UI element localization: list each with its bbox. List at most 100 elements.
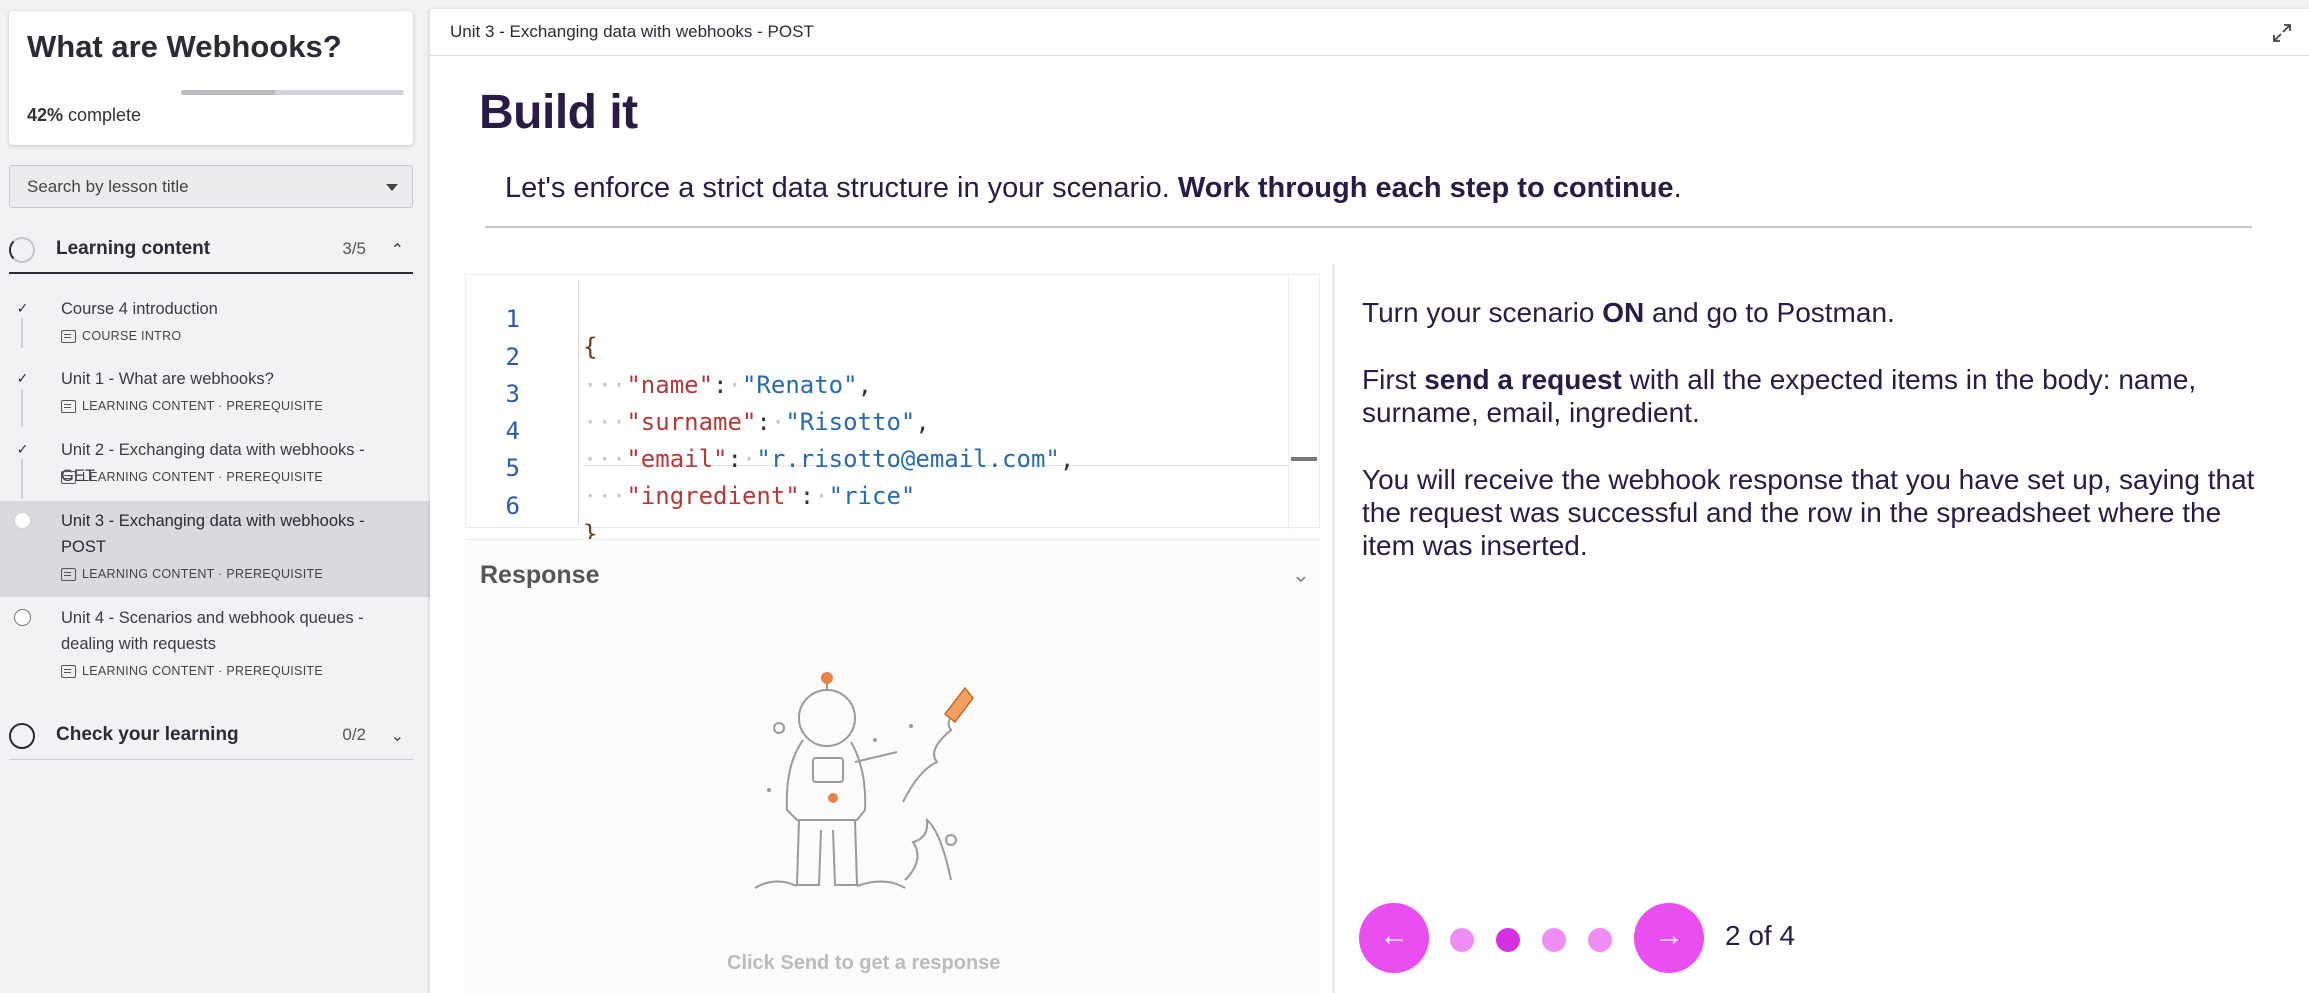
intro-plain: Let's enforce a strict data structure in… bbox=[505, 172, 1178, 204]
code-text: ···"name":·"Renato", bbox=[583, 371, 873, 399]
astronaut-rocket-illustration bbox=[754, 672, 974, 889]
section-progress-icon bbox=[9, 723, 35, 749]
progress-bar-fill bbox=[181, 90, 275, 95]
section-title: Check your learning bbox=[56, 724, 239, 745]
instruction-paragraph: First send a request with all the expect… bbox=[1362, 363, 2262, 429]
code-line: 5 ···"ingredient":·"rice" bbox=[466, 426, 916, 510]
document-icon bbox=[61, 329, 76, 343]
lesson-meta-text: LEARNING CONTENT · PREREQUISITE bbox=[82, 399, 324, 413]
code-scrollbar[interactable] bbox=[1288, 275, 1320, 529]
lesson-item-unit-2[interactable]: ✓ Unit 2 - Exchanging data with webhooks… bbox=[0, 437, 430, 497]
check-icon: ✓ bbox=[16, 370, 29, 386]
step-counter: 2 of 4 bbox=[1725, 920, 1796, 951]
lesson-item-unit-3[interactable]: Unit 3 - Exchanging data with webhooks -… bbox=[0, 501, 430, 597]
instr-text: and go to Postman. bbox=[1644, 297, 1895, 328]
progress-text: 42% complete bbox=[27, 105, 141, 126]
section-learning-content[interactable]: Learning content 3/5 ⌃ bbox=[9, 224, 413, 274]
lesson-meta-text: LEARNING CONTENT · PREREQUISITE bbox=[82, 664, 324, 678]
lesson-item-course-intro[interactable]: ✓ Course 4 introduction COURSE INTRO bbox=[0, 296, 430, 356]
scrollbar-thumb[interactable] bbox=[1291, 457, 1317, 461]
lesson-search-dropdown[interactable]: Search by lesson title bbox=[9, 165, 413, 208]
search-placeholder: Search by lesson title bbox=[27, 177, 189, 196]
code-line: 2 ···"name":·"Renato", bbox=[466, 315, 872, 399]
response-caption: Click Send to get a response bbox=[727, 952, 1001, 974]
slides-icon bbox=[61, 664, 76, 678]
intro-end: . bbox=[1673, 172, 1682, 204]
code-line: 4 ···"email":·"r.risotto@email.com", bbox=[466, 389, 1075, 473]
panel-splitter[interactable] bbox=[1332, 264, 1335, 993]
lesson-meta: LEARNING CONTENT · PREREQUISITE bbox=[61, 399, 323, 413]
json-value: "Risotto" bbox=[785, 408, 916, 436]
lesson-title: Unit 3 - Exchanging data with webhooks -… bbox=[61, 512, 365, 556]
code-line: 1 { bbox=[466, 277, 598, 361]
request-body-code[interactable]: 1 { 2 ···"name":·"Renato", 3 ···"surname… bbox=[465, 274, 1320, 548]
json-value: "rice" bbox=[828, 482, 916, 510]
step-instructions: Turn your scenario ON and go to Postman.… bbox=[1362, 296, 2262, 596]
response-panel: Response ⌄ Click Send to get a response bbox=[465, 539, 1320, 993]
line-number: 6 bbox=[505, 492, 520, 520]
divider bbox=[485, 226, 2252, 228]
json-comma: , bbox=[857, 371, 873, 399]
response-title: Response bbox=[480, 561, 600, 589]
step-dot[interactable] bbox=[1588, 928, 1612, 952]
lesson-item-unit-1[interactable]: ✓ Unit 1 - What are webhooks? LEARNING C… bbox=[0, 366, 430, 426]
section-check-your-learning[interactable]: Check your learning 0/2 ⌄ bbox=[9, 710, 413, 760]
lesson-title: Unit 1 - What are webhooks? bbox=[61, 370, 274, 388]
lesson-meta-text: LEARNING CONTENT · PREREQUISITE bbox=[82, 567, 324, 581]
json-comma: , bbox=[1059, 445, 1075, 473]
json-value: "Renato" bbox=[741, 371, 858, 399]
instr-text: First bbox=[1362, 364, 1425, 395]
course-title: What are Webhooks? bbox=[27, 29, 342, 64]
instruction-paragraph: You will receive the webhook response th… bbox=[1362, 464, 2255, 561]
json-key: "surname" bbox=[626, 408, 757, 436]
lesson-item-unit-4[interactable]: Unit 4 - Scenarios and webhook queues - … bbox=[0, 605, 430, 685]
step-dot-active[interactable] bbox=[1496, 928, 1520, 952]
previous-step-button[interactable]: ← bbox=[1359, 903, 1429, 973]
lesson-meta: LEARNING CONTENT · PREREQUISITE bbox=[61, 664, 323, 678]
caret-down-icon bbox=[386, 184, 398, 191]
code-text: ···"surname":·"Risotto", bbox=[583, 408, 930, 436]
arrow-left-icon: ← bbox=[1379, 919, 1409, 952]
instr-bold: ON bbox=[1602, 297, 1645, 328]
slides-icon bbox=[61, 399, 76, 413]
instr-text: Turn your scenario bbox=[1362, 297, 1603, 328]
next-step-button[interactable]: → bbox=[1634, 903, 1704, 973]
slides-icon bbox=[61, 470, 76, 484]
section-progress-icon bbox=[9, 237, 35, 263]
course-title-card: What are Webhooks? 42% complete bbox=[9, 11, 413, 145]
check-icon: ✓ bbox=[16, 300, 29, 316]
code-text: ···"ingredient":·"rice" bbox=[583, 482, 916, 510]
json-value: "r.risotto@email.com" bbox=[756, 445, 1060, 473]
expand-icon[interactable] bbox=[2271, 22, 2293, 44]
code-line: 3 ···"surname":·"Risotto", bbox=[466, 352, 930, 436]
lesson-title: Unit 4 - Scenarios and webhook queues - … bbox=[61, 609, 364, 653]
lesson-title: Course 4 introduction bbox=[61, 300, 218, 318]
progress-bar bbox=[181, 90, 404, 95]
code-text: { bbox=[583, 333, 598, 361]
section-title: Learning content bbox=[56, 238, 211, 259]
json-key: "ingredient" bbox=[626, 482, 800, 510]
step-pager: ← → 2 of 4 bbox=[1359, 903, 1859, 973]
lesson-topbar: Unit 3 - Exchanging data with webhooks -… bbox=[430, 9, 2309, 56]
lesson-meta-text: COURSE INTRO bbox=[82, 329, 182, 343]
step-dot[interactable] bbox=[1542, 928, 1566, 952]
chevron-up-icon[interactable]: ⌃ bbox=[391, 240, 404, 260]
arrow-right-icon: → bbox=[1654, 919, 1684, 952]
step-dot[interactable] bbox=[1450, 928, 1474, 952]
intro-bold: Work through each step to continue bbox=[1177, 172, 1674, 204]
chevron-down-icon[interactable]: ⌄ bbox=[391, 726, 404, 746]
lesson-meta-text: LEARNING CONTENT · PREREQUISITE bbox=[82, 470, 324, 484]
lesson-meta: COURSE INTRO bbox=[61, 329, 181, 343]
page-title: Build it bbox=[479, 86, 638, 139]
topbar-title: Unit 3 - Exchanging data with webhooks -… bbox=[450, 22, 814, 41]
code-line: 6 } bbox=[466, 464, 598, 548]
progress-percent: 42% bbox=[27, 105, 64, 125]
instr-bold: send a request bbox=[1424, 364, 1622, 395]
chevron-down-icon[interactable]: ⌄ bbox=[1292, 562, 1310, 588]
code-text: ···"email":·"r.risotto@email.com", bbox=[583, 445, 1075, 473]
json-key: "name" bbox=[626, 371, 714, 399]
lesson-meta: LEARNING CONTENT · PREREQUISITE bbox=[61, 470, 323, 484]
code-gutter-rule bbox=[578, 280, 579, 525]
incomplete-lesson-icon bbox=[14, 609, 31, 626]
section-count: 0/2 bbox=[342, 725, 366, 744]
